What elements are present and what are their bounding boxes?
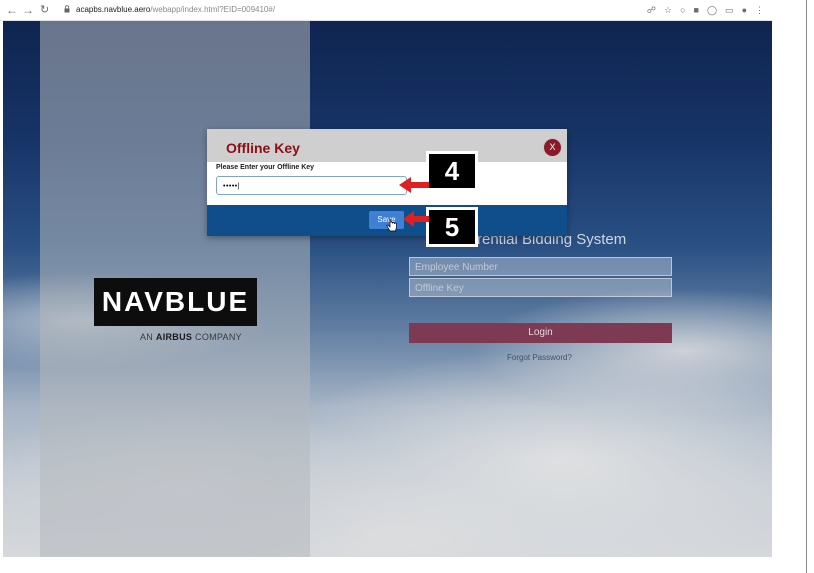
- step-callout-4: 4: [426, 151, 478, 191]
- navblue-logo: NAVBLUE: [94, 278, 257, 326]
- red-arrow-step4-icon: [399, 177, 429, 193]
- back-arrow-icon[interactable]: ←: [6, 2, 18, 18]
- red-arrow-step5-icon: [403, 211, 429, 227]
- url-domain: acapbs.navblue.aero: [76, 5, 151, 14]
- modal-title: Offline Key: [226, 140, 300, 156]
- subtitle-suffix: COMPANY: [192, 332, 242, 342]
- logo-subtitle: AN AIRBUS COMPANY: [140, 332, 242, 342]
- hand-cursor-icon: [386, 219, 397, 232]
- extension-ring-icon[interactable]: ◯: [707, 2, 717, 18]
- logo-text: NAVBLUE: [101, 286, 250, 317]
- extension-square-icon[interactable]: ■: [694, 2, 699, 18]
- star-icon[interactable]: ☆: [664, 2, 672, 18]
- subtitle-prefix: AN: [140, 332, 156, 342]
- profile-icon[interactable]: ●: [742, 2, 747, 18]
- offline-key-input[interactable]: Offline Key: [409, 278, 672, 297]
- address-bar[interactable]: acapbs.navblue.aero/webapp/index.html?EI…: [76, 3, 275, 17]
- offline-key-field[interactable]: •••••|: [216, 176, 407, 195]
- offline-key-modal: Offline Key X Please Enter your Offline …: [207, 129, 567, 236]
- step-callout-5: 5: [426, 207, 478, 247]
- lock-icon: [64, 5, 70, 13]
- forward-arrow-icon[interactable]: →: [22, 2, 34, 18]
- employee-number-input[interactable]: Employee Number: [409, 257, 672, 276]
- extension-circle-icon[interactable]: ○: [680, 2, 685, 18]
- offline-key-prompt: Please Enter your Offline Key: [216, 164, 315, 171]
- page-border: [806, 0, 807, 573]
- modal-footer: Save: [207, 205, 567, 236]
- close-icon[interactable]: X: [543, 138, 562, 157]
- extension-speech-icon[interactable]: ▭: [725, 2, 734, 18]
- url-path: /webapp/index.html?EID=009410#/: [150, 5, 276, 14]
- modal-header: Offline Key X: [207, 129, 567, 162]
- login-button[interactable]: Login: [409, 323, 672, 343]
- forgot-password-link[interactable]: Forgot Password?: [507, 353, 572, 362]
- menu-kebab-icon[interactable]: ⋮: [755, 2, 764, 18]
- browser-toolbar: ← → ↻ acapbs.navblue.aero/webapp/index.h…: [0, 0, 772, 21]
- key-icon[interactable]: ☍: [647, 2, 656, 18]
- toolbar-icons: ☍ ☆ ○ ■ ◯ ▭ ● ⋮: [647, 2, 772, 18]
- reload-icon[interactable]: ↻: [40, 2, 49, 18]
- page-viewport: NAVBLUE AN AIRBUS COMPANY rential Biddin…: [3, 21, 772, 557]
- subtitle-bold: AIRBUS: [155, 332, 193, 342]
